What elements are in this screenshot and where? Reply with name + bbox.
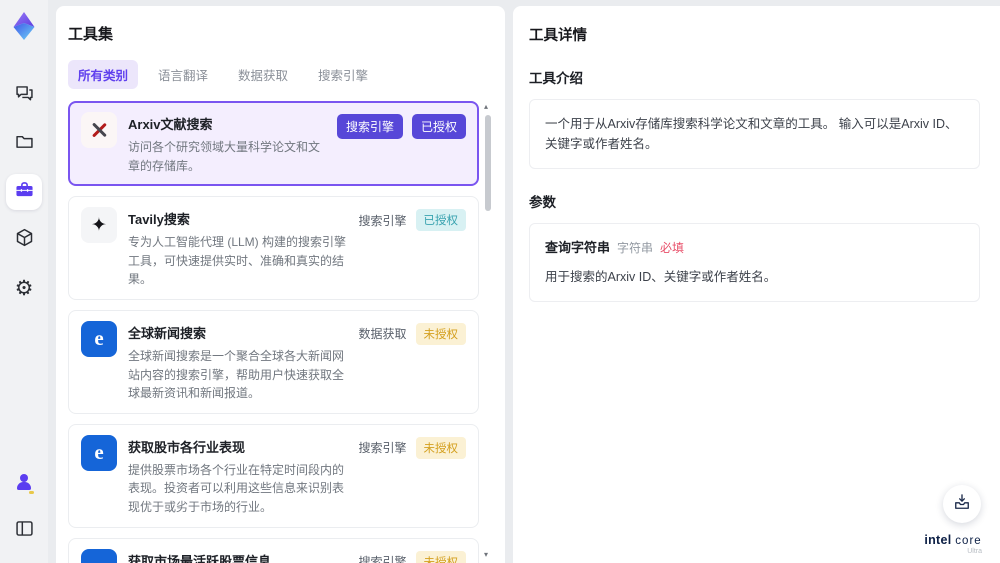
intro-card: 一个用于从Arxiv存储库搜索科学论文和文章的工具。 输入可以是Arxiv ID… — [529, 99, 980, 169]
param-card: 查询字符串 字符串 必填 用于搜索的Arxiv ID、关键字或作者姓名。 — [529, 223, 980, 302]
tool-description: 访问各个研究领域大量科学论文和文章的存储库。 — [128, 140, 321, 173]
blue-e-icon: e — [81, 548, 117, 563]
sidebar-item-files[interactable] — [6, 126, 42, 162]
tool-name: Tavily搜索 — [128, 212, 190, 228]
blue-e-icon: e — [81, 320, 117, 357]
tool-name: 获取市场最活跃股票信息 — [128, 553, 272, 563]
tool-card-body: Arxiv文献搜索 访问各个研究领域大量科学论文和文章的存储库。 — [128, 112, 337, 175]
tool-auth-badge: 未授权 — [415, 550, 466, 563]
arxiv-icon — [81, 112, 117, 148]
tab-category-0[interactable]: 所有类别 — [68, 60, 139, 89]
param-name: 查询字符串 — [545, 240, 611, 255]
intel-logo-text: intel — [924, 533, 952, 547]
tool-description: 提供股票市场各个行业在特定时间段内的表现。投资者可以利用这些信息来识别表现优于或… — [128, 462, 345, 514]
tool-card[interactable]: Arxiv文献搜索 访问各个研究领域大量科学论文和文章的存储库。 搜索引擎 已授… — [68, 101, 479, 187]
app-logo-icon — [8, 10, 40, 42]
sidebar-item-settings[interactable]: ⚙ — [6, 270, 42, 306]
user-avatar-icon — [14, 473, 34, 494]
tool-card[interactable]: ✦ Tavily搜索 专为人工智能代理 (LLM) 构建的搜索引擎工具，可快速提… — [68, 196, 479, 300]
main-area: 工具集 所有类别 语言翻译 数据获取 搜索引擎 ▴ ▾ Arxiv文献搜索 访问各个研… — [48, 0, 1000, 563]
scroll-down-icon[interactable]: ▾ — [484, 551, 488, 559]
intro-text: 一个用于从Arxiv存储库搜索科学论文和文章的工具。 输入可以是Arxiv ID… — [545, 117, 958, 151]
app-sidebar: ⚙ — [0, 0, 48, 563]
scrollbar-thumb[interactable] — [485, 115, 491, 211]
tool-name: 获取股市各行业表现 — [128, 439, 246, 455]
sidebar-item-panel-toggle[interactable] — [6, 513, 42, 549]
detail-title: 工具详情 — [529, 28, 587, 44]
tool-name: 全球新闻搜索 — [128, 325, 207, 341]
tab-category-2[interactable]: 数据获取 — [228, 60, 298, 89]
intro-heading: 工具介绍 — [529, 71, 583, 86]
sidebar-item-packages[interactable] — [6, 222, 42, 258]
tool-card-body: 获取市场最活跃股票信息 提供当天交易量最高的股票列表，投资者可以利用这些信息来识… — [128, 549, 358, 563]
tool-auth-badge: 已授权 — [415, 209, 466, 232]
logo-sub-text: Ultra — [967, 548, 982, 555]
tavily-icon: ✦ — [81, 207, 117, 244]
param-type: 字符串 — [617, 241, 654, 255]
tool-badges: 搜索引擎 已授权 — [358, 209, 466, 232]
tab-category-3[interactable]: 搜索引擎 — [308, 60, 378, 89]
tool-card[interactable]: e 获取股市各行业表现 提供股票市场各个行业在特定时间段内的表现。投资者可以利用… — [68, 423, 479, 528]
tool-auth-badge: 已授权 — [411, 114, 466, 139]
tool-badges: 搜索引擎 未授权 — [358, 436, 466, 459]
params-heading: 参数 — [529, 195, 556, 210]
blue-e-icon: e — [81, 434, 117, 471]
list-scrollbar[interactable]: ▴ ▾ — [483, 101, 493, 563]
tool-badges: 搜索引擎 已授权 — [336, 114, 466, 139]
tool-auth-badge: 未授权 — [415, 322, 466, 345]
package-icon — [14, 227, 35, 253]
tool-detail-panel: 工具详情 工具介绍 一个用于从Arxiv存储库搜索科学论文和文章的工具。 输入可… — [513, 6, 1000, 563]
tool-card-body: 全球新闻搜索 全球新闻搜索是一个聚合全球各大新闻网站内容的搜索引擎，帮助用户快速… — [128, 321, 358, 403]
scroll-up-icon[interactable]: ▴ — [484, 103, 488, 111]
intel-core-logo: intel core Ultra — [918, 533, 988, 555]
tool-card[interactable]: e 获取市场最活跃股票信息 提供当天交易量最高的股票列表，投资者可以利用这些信息… — [68, 537, 479, 563]
tab-category-1[interactable]: 语言翻译 — [148, 60, 218, 89]
toolbox-icon — [14, 179, 35, 205]
sidebar-item-user[interactable] — [6, 465, 42, 501]
tool-description: 全球新闻搜索是一个聚合全球各大新闻网站内容的搜索引擎，帮助用户快速获取全球最新资… — [128, 348, 345, 401]
param-description: 用于搜索的Arxiv ID、关键字或作者姓名。 — [545, 269, 777, 284]
tool-category-badge: 数据获取 — [358, 327, 407, 342]
tool-card-body: 获取股市各行业表现 提供股票市场各个行业在特定时间段内的表现。投资者可以利用这些… — [128, 435, 358, 517]
tool-category-badge: 搜索引擎 — [358, 555, 407, 563]
folder-icon — [14, 131, 35, 157]
tool-auth-badge: 未授权 — [415, 436, 466, 459]
tool-badges: 数据获取 未授权 — [358, 322, 466, 345]
tool-category-badge: 搜索引擎 — [358, 213, 407, 228]
param-required-badge: 必填 — [660, 241, 685, 255]
core-logo-text: core — [955, 535, 982, 547]
chat-icon — [14, 83, 35, 109]
tool-list: ▴ ▾ Arxiv文献搜索 访问各个研究领域大量科学论文和文章的存储库。 搜索引… — [68, 101, 493, 563]
tool-list-panel: 工具集 所有类别 语言翻译 数据获取 搜索引擎 ▴ ▾ Arxiv文献搜索 访问各个研… — [56, 6, 505, 563]
param-header: 查询字符串 字符串 必填 — [545, 238, 964, 259]
panel-toggle-icon — [14, 518, 35, 544]
tool-name: Arxiv文献搜索 — [128, 117, 213, 132]
gear-icon: ⚙ — [14, 276, 34, 300]
download-button[interactable] — [943, 485, 981, 523]
download-icon — [952, 492, 972, 517]
page-title: 工具集 — [68, 26, 114, 43]
tool-description: 专为人工智能代理 (LLM) 构建的搜索引擎工具，可快速提供实时、准确和真实的结… — [128, 235, 347, 287]
tool-category-badge: 搜索引擎 — [336, 114, 403, 139]
tool-category-badge: 搜索引擎 — [358, 441, 407, 456]
tool-card-body: Tavily搜索 专为人工智能代理 (LLM) 构建的搜索引擎工具，可快速提供实… — [128, 207, 358, 289]
tool-card[interactable]: e 全球新闻搜索 全球新闻搜索是一个聚合全球各大新闻网站内容的搜索引擎，帮助用户… — [68, 309, 479, 414]
category-tabs: 所有类别 语言翻译 数据获取 搜索引擎 — [68, 60, 493, 89]
sidebar-item-chat[interactable] — [6, 78, 42, 114]
tool-badges: 搜索引擎 未授权 — [358, 550, 466, 563]
sidebar-item-toolbox[interactable] — [6, 174, 42, 210]
